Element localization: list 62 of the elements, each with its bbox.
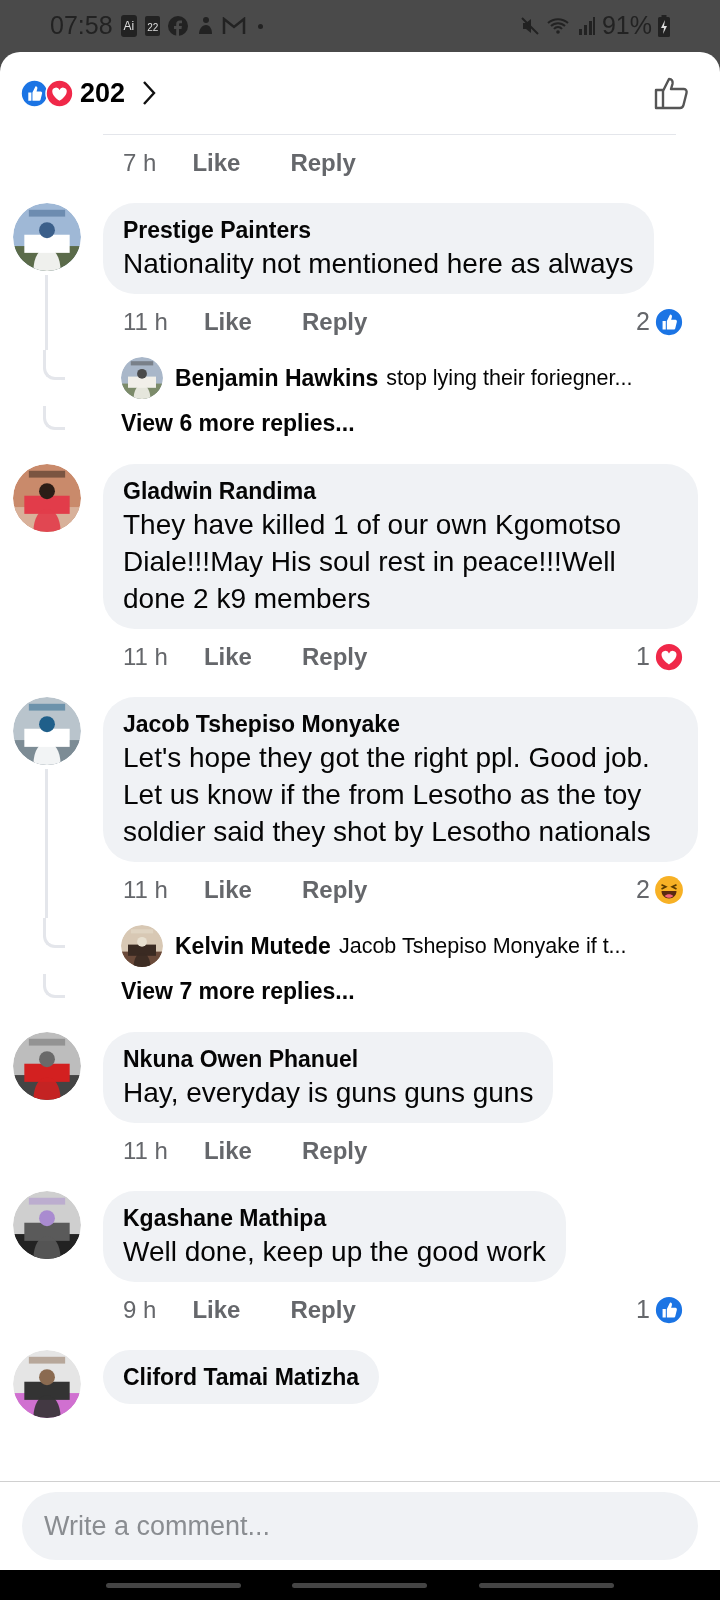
thread-connector	[43, 350, 65, 380]
commenter-name[interactable]: Nkuna Owen Phanuel	[123, 1044, 534, 1074]
comment-text: Well done, keep up the good work	[123, 1235, 546, 1269]
comment-time: 11 h	[123, 1136, 168, 1166]
reply-link[interactable]: Reply	[290, 145, 356, 181]
like-reaction-icon	[20, 78, 49, 108]
reply-link[interactable]: Reply	[301, 304, 368, 340]
reply-link[interactable]: Reply	[290, 1292, 356, 1328]
view-more-replies-link[interactable]: View 7 more replies...	[121, 974, 355, 1009]
comment-time: 11 h	[123, 642, 168, 672]
mail-icon	[222, 17, 247, 35]
facebook-icon	[168, 16, 189, 36]
like-link[interactable]: Like	[203, 304, 252, 340]
commenter-name[interactable]: Jacob Tshepiso Monyake	[123, 709, 678, 739]
thread-connector	[43, 406, 65, 430]
comment-time: 11 h	[123, 307, 168, 337]
reaction-count: 2	[636, 874, 650, 906]
heart-reaction-icon	[654, 642, 684, 672]
reply-author[interactable]: Benjamin Hawkins	[175, 360, 379, 396]
like-link[interactable]: Like	[192, 145, 241, 181]
comment-time: 7 h	[123, 148, 157, 178]
person-icon	[196, 16, 215, 36]
reply-link[interactable]: Reply	[301, 1133, 368, 1169]
battery-charging-icon	[658, 15, 670, 37]
reply-preview-text: Jacob Tshepiso Monyake if t...	[338, 932, 627, 960]
commenter-name[interactable]: Cliford Tamai Matizha	[123, 1362, 359, 1392]
calendar-icon: 22	[145, 16, 161, 36]
reply-link[interactable]: Reply	[301, 872, 368, 908]
comment-text: Nationality not mentioned here as always	[123, 247, 634, 281]
commenter-name[interactable]: Prestige Painters	[123, 215, 634, 245]
comment-text: They have killed 1 of our own Kgomotso Diale!!!May His soul rest in peace!!!Well done 2 k9 members	[123, 508, 623, 616]
thread-connector	[43, 974, 65, 998]
commenter-name[interactable]: Kgashane Mathipa	[123, 1203, 546, 1233]
reaction-count: 1	[636, 1294, 650, 1326]
heart-reaction-icon	[45, 78, 74, 108]
thumbs-up-icon[interactable]	[654, 76, 690, 110]
reaction-count: 1	[636, 641, 650, 673]
like-link[interactable]: Like	[192, 1292, 241, 1328]
mute-icon	[519, 16, 540, 36]
view-more-replies-link[interactable]: View 6 more replies...	[121, 406, 355, 441]
reply-link[interactable]: Reply	[301, 639, 368, 675]
reply-preview-text: stop lying their foriegner...	[386, 364, 633, 392]
chevron-right-icon[interactable]	[141, 80, 158, 106]
like-link[interactable]: Like	[203, 1133, 252, 1169]
reaction-count: 2	[636, 306, 650, 338]
comment-input-field[interactable]: Write a comment...	[22, 1492, 698, 1560]
comment-text: Hay, everyday is guns guns guns	[123, 1076, 534, 1110]
comment-time: 9 h	[123, 1295, 157, 1325]
more-notifications-icon	[258, 23, 264, 29]
comment-text: Let's hope they got the right ppl. Good job. Let us know if the from Lesotho as the toy soldier said they shot by Lesotho nationals	[123, 741, 652, 849]
like-link[interactable]: Like	[203, 639, 252, 675]
comment-time: 11 h	[123, 875, 168, 905]
reaction-total[interactable]: 202	[80, 72, 126, 114]
like-link[interactable]: Like	[203, 872, 252, 908]
like-reaction-icon	[654, 1295, 684, 1325]
reply-author[interactable]: Kelvin Mutede	[175, 928, 331, 964]
thread-connector	[43, 918, 65, 948]
commenter-name[interactable]: Gladwin Randima	[123, 476, 678, 506]
laughing-face-icon	[654, 875, 684, 905]
like-reaction-icon	[654, 307, 684, 337]
app-notification-icon: Ai	[120, 15, 138, 37]
signal-icon	[577, 16, 596, 36]
